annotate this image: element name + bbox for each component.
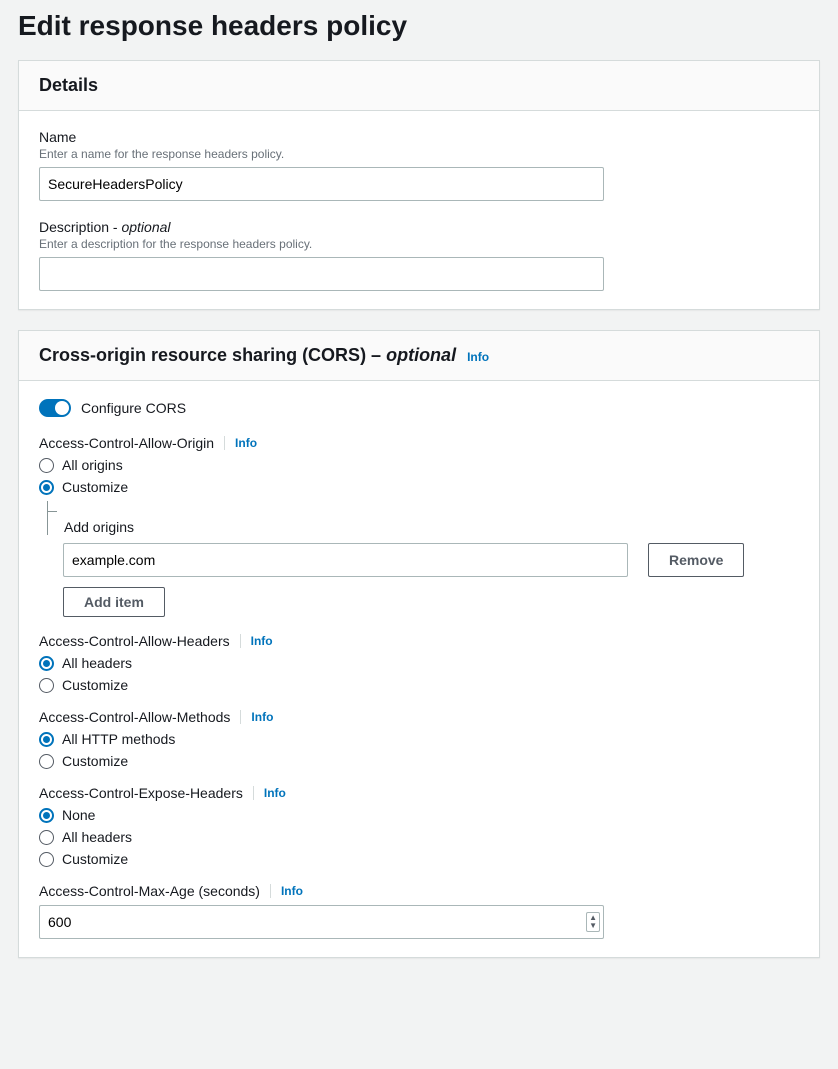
radio-label: Customize [62, 753, 128, 769]
allow-methods-field: Access-Control-Allow-Methods Info All HT… [39, 709, 799, 769]
allow-origin-field: Access-Control-Allow-Origin Info All ori… [39, 435, 799, 617]
radio-icon [39, 808, 54, 823]
allow-origin-title: Access-Control-Allow-Origin [39, 435, 214, 451]
radio-label: Customize [62, 677, 128, 693]
allow-methods-radio-all[interactable]: All HTTP methods [39, 731, 799, 747]
description-input[interactable] [39, 257, 604, 291]
radio-label: None [62, 807, 95, 823]
radio-icon [39, 656, 54, 671]
max-age-title: Access-Control-Max-Age (seconds) [39, 883, 260, 899]
radio-label: Customize [62, 851, 128, 867]
divider [253, 786, 254, 800]
radio-icon [39, 480, 54, 495]
radio-icon [39, 852, 54, 867]
allow-headers-title: Access-Control-Allow-Headers [39, 633, 230, 649]
allow-headers-info-link[interactable]: Info [251, 634, 273, 648]
allow-methods-title: Access-Control-Allow-Methods [39, 709, 230, 725]
description-label: Description - optional [39, 219, 799, 235]
expose-headers-radio-all[interactable]: All headers [39, 829, 799, 845]
expose-headers-radio-none[interactable]: None [39, 807, 799, 823]
radio-icon [39, 458, 54, 473]
divider [270, 884, 271, 898]
max-age-input[interactable] [39, 905, 604, 939]
divider [240, 710, 241, 724]
add-origins-label: Add origins [64, 519, 134, 535]
details-panel: Details Name Enter a name for the respon… [18, 60, 820, 310]
max-age-field: Access-Control-Max-Age (seconds) Info ▲▼ [39, 883, 799, 939]
cors-heading: Cross-origin resource sharing (CORS) – o… [39, 345, 461, 365]
cors-info-link[interactable]: Info [467, 350, 489, 364]
number-stepper-icon[interactable]: ▲▼ [586, 912, 600, 932]
allow-headers-radio-all[interactable]: All headers [39, 655, 799, 671]
allow-methods-info-link[interactable]: Info [251, 710, 273, 724]
radio-label: All HTTP methods [62, 731, 175, 747]
page-title: Edit response headers policy [18, 10, 820, 42]
remove-origin-button[interactable]: Remove [648, 543, 744, 577]
origin-input[interactable] [63, 543, 628, 577]
divider [224, 436, 225, 450]
configure-cors-label: Configure CORS [81, 400, 186, 416]
radio-icon [39, 732, 54, 747]
allow-origin-info-link[interactable]: Info [235, 436, 257, 450]
name-input[interactable] [39, 167, 604, 201]
expose-headers-radio-customize[interactable]: Customize [39, 851, 799, 867]
expose-headers-title: Access-Control-Expose-Headers [39, 785, 243, 801]
radio-label: All origins [62, 457, 123, 473]
radio-icon [39, 754, 54, 769]
description-hint: Enter a description for the response hea… [39, 237, 799, 251]
allow-origin-radio-customize[interactable]: Customize [39, 479, 799, 495]
radio-label: All headers [62, 655, 132, 671]
cors-panel: Cross-origin resource sharing (CORS) – o… [18, 330, 820, 958]
allow-headers-radio-customize[interactable]: Customize [39, 677, 799, 693]
name-label: Name [39, 129, 799, 145]
allow-origin-radio-all[interactable]: All origins [39, 457, 799, 473]
radio-icon [39, 678, 54, 693]
add-item-button[interactable]: Add item [63, 587, 165, 617]
radio-label: All headers [62, 829, 132, 845]
max-age-info-link[interactable]: Info [281, 884, 303, 898]
details-heading: Details [39, 75, 799, 96]
expose-headers-field: Access-Control-Expose-Headers Info None … [39, 785, 799, 867]
configure-cors-toggle[interactable] [39, 399, 71, 417]
allow-headers-field: Access-Control-Allow-Headers Info All he… [39, 633, 799, 693]
radio-icon [39, 830, 54, 845]
divider [240, 634, 241, 648]
name-hint: Enter a name for the response headers po… [39, 147, 799, 161]
expose-headers-info-link[interactable]: Info [264, 786, 286, 800]
radio-label: Customize [62, 479, 128, 495]
allow-methods-radio-customize[interactable]: Customize [39, 753, 799, 769]
